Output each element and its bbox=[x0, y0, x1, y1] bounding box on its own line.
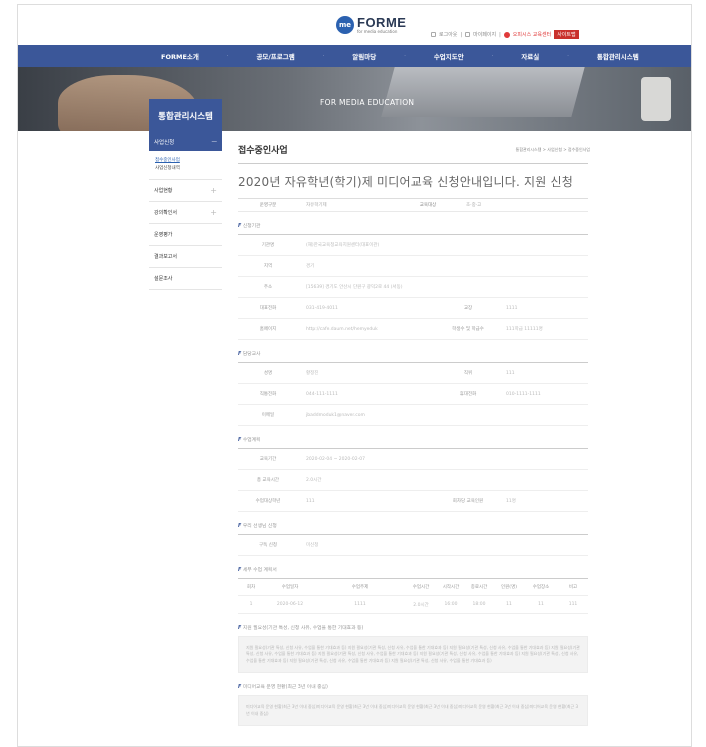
applicant-table: 기관명 (재)한국교육청교육지원센터(대표이관) 지역 경기 주소 [15639] 경… bbox=[238, 234, 588, 340]
plan-table: 교육기간 2020-02-04 ~ 2020-02-07 총 교육시간 2.0시간 … bbox=[238, 448, 588, 512]
table-row: 구독 신청 미신청 bbox=[238, 535, 588, 556]
table-row: 직통전화 044-111-1111 휴대전화 010-1111-1111 bbox=[238, 384, 588, 405]
summary-row: 운영구분 자유학기제 교육대상 초·중·고 bbox=[238, 198, 588, 212]
mypage-link[interactable]: 마이페이지 bbox=[473, 31, 496, 38]
table-row: 기관명 (재)한국교육청교육지원센터(대표이관) bbox=[238, 235, 588, 256]
page-frame: me FORME for media education 로그아웃 | 마이페이… bbox=[17, 4, 692, 747]
nav-notice[interactable]: 알림마당 bbox=[352, 51, 376, 61]
logo-mark: me bbox=[336, 16, 354, 34]
table-row: 수업대상학년 111 회차당 교육인원 11명 bbox=[238, 491, 588, 512]
center-link[interactable]: 오피시스 교육센터 bbox=[513, 31, 551, 38]
section-request: F 우리 선생님 신청 bbox=[238, 524, 277, 529]
table-row: 총 교육시간 2.0시간 bbox=[238, 470, 588, 491]
section-schedule: F 세부 수업 계획서 bbox=[238, 568, 277, 573]
sidebar-title: 통합관리시스템 bbox=[149, 99, 222, 133]
table-row: 지역 경기 bbox=[238, 256, 588, 277]
site-logo[interactable]: me FORME for media education bbox=[336, 16, 406, 34]
nav-management[interactable]: 통합관리시스템 bbox=[597, 51, 639, 61]
nav-about[interactable]: FORME소개 bbox=[161, 51, 199, 61]
sidebar-item-status[interactable]: 사업현황 + bbox=[149, 180, 222, 202]
nav-resources[interactable]: 자료실 bbox=[521, 51, 539, 61]
hero-banner: FOR MEDIA EDUCATION bbox=[18, 67, 691, 131]
sidebar-item-apply[interactable]: 사업신청 — bbox=[149, 133, 222, 151]
table-row: 성명 황정진 직위 111 bbox=[238, 363, 588, 384]
sidebar-sub-open-projects[interactable]: 접수중인사업 bbox=[155, 157, 216, 165]
table-row: 주소 [15639] 경기도 안산시 단원구 광덕2로 44 (서동) bbox=[238, 277, 588, 298]
request-table: 구독 신청 미신청 bbox=[238, 534, 588, 556]
table-row: 이메일 jbaddmoduk1@naver.com bbox=[238, 405, 588, 426]
sidebar-item-evaluation[interactable]: 운영평가 bbox=[149, 224, 222, 246]
sitemap-button[interactable]: 사이트맵 bbox=[554, 30, 579, 39]
logout-link[interactable]: 로그아웃 bbox=[439, 31, 457, 38]
table-row: 교육기간 2020-02-04 ~ 2020-02-07 bbox=[238, 449, 588, 470]
expand-icon: + bbox=[210, 186, 217, 195]
reason-textbox: 지원 필요성(기관 특성, 신청 사유, 수업을 통한 기대효과 등) 지원 필… bbox=[238, 636, 588, 674]
title-divider bbox=[238, 163, 588, 164]
sidebar-sub-history[interactable]: 사업신청내역 bbox=[155, 165, 216, 173]
sidebar-item-report[interactable]: 결과보고서 bbox=[149, 246, 222, 268]
top-bar: me FORME for media education 로그아웃 | 마이페이… bbox=[18, 5, 691, 45]
nav-lesson-plan[interactable]: 수업지도안 bbox=[434, 51, 464, 61]
center-icon bbox=[503, 31, 510, 38]
history-textbox: 미디어교육 운영 현황(최근 3년 이내 중심)미디어교육 운영 현황(최근 3… bbox=[238, 695, 588, 727]
section-plan: F 수업계획 bbox=[238, 438, 261, 443]
user-icon bbox=[465, 32, 471, 37]
table-row: 홈페이지 http://cafe.daum.net/hemyeduk 학생수 및 학… bbox=[238, 319, 588, 340]
sidebar: 사업신청 — 접수중인사업 사업신청내역 사업현황 + 강의확인서 + 운영평가… bbox=[149, 133, 222, 290]
banner-cup-image bbox=[641, 77, 671, 121]
main-nav: FORME소개 · 공모/프로그램 · 알림마당 · 수업지도안 · 자료실 ·… bbox=[18, 45, 691, 67]
table-row: 1 2020-06-12 1111 2.0시간 16:00 18:00 11 11 111 bbox=[238, 596, 588, 614]
schedule-header: 회차 수업일자 수업주제 수업시간 시작시간 종료시간 인원(명) 수업장소 비고 bbox=[238, 578, 588, 596]
sidebar-submenu: 접수중인사업 사업신청내역 bbox=[149, 151, 222, 180]
table-row: 대표전화 031-419-4011 교장 1111 bbox=[238, 298, 588, 319]
lock-icon bbox=[431, 32, 436, 37]
logo-title: FORME bbox=[357, 14, 407, 30]
schedule-table: 회차 수업일자 수업주제 수업시간 시작시간 종료시간 인원(명) 수업장소 비고 1 2020-… bbox=[238, 578, 588, 614]
banner-laptop-image bbox=[381, 67, 585, 117]
collapse-icon: — bbox=[211, 139, 218, 145]
nav-programs[interactable]: 공모/프로그램 bbox=[256, 51, 294, 61]
section-manager: F 담당교사 bbox=[238, 352, 261, 357]
section-applicant: F 신청기관 bbox=[238, 224, 261, 229]
expand-icon: + bbox=[210, 208, 217, 217]
sidebar-item-survey[interactable]: 설문조사 bbox=[149, 268, 222, 290]
sidebar-item-certificate[interactable]: 강의확인서 + bbox=[149, 202, 222, 224]
utility-menu: 로그아웃 | 마이페이지 | 오피시스 교육센터 사이트맵 bbox=[431, 30, 579, 39]
section-history: F 미디어교육 운영 현황(최근 3년 이내 중심) bbox=[238, 685, 328, 691]
project-headline: 2020년 자유학년(학기)제 미디어교육 신청안내입니다. 지원 신청 bbox=[238, 175, 573, 189]
banner-text: FOR MEDIA EDUCATION bbox=[320, 98, 415, 107]
manager-table: 성명 황정진 직위 111 직통전화 044-111-1111 휴대전화 010-1111-… bbox=[238, 362, 588, 426]
breadcrumb: 통합관리시스템 > 사업신청 > 접수중인사업 bbox=[515, 147, 590, 152]
section-reason: F 지원 필요성(기관 특성, 신청 사유, 수업을 통한 기대효과 등) bbox=[238, 626, 364, 631]
main-content: 접수중인사업 통합관리시스템 > 사업신청 > 접수중인사업 2020년 자유학… bbox=[238, 133, 590, 727]
